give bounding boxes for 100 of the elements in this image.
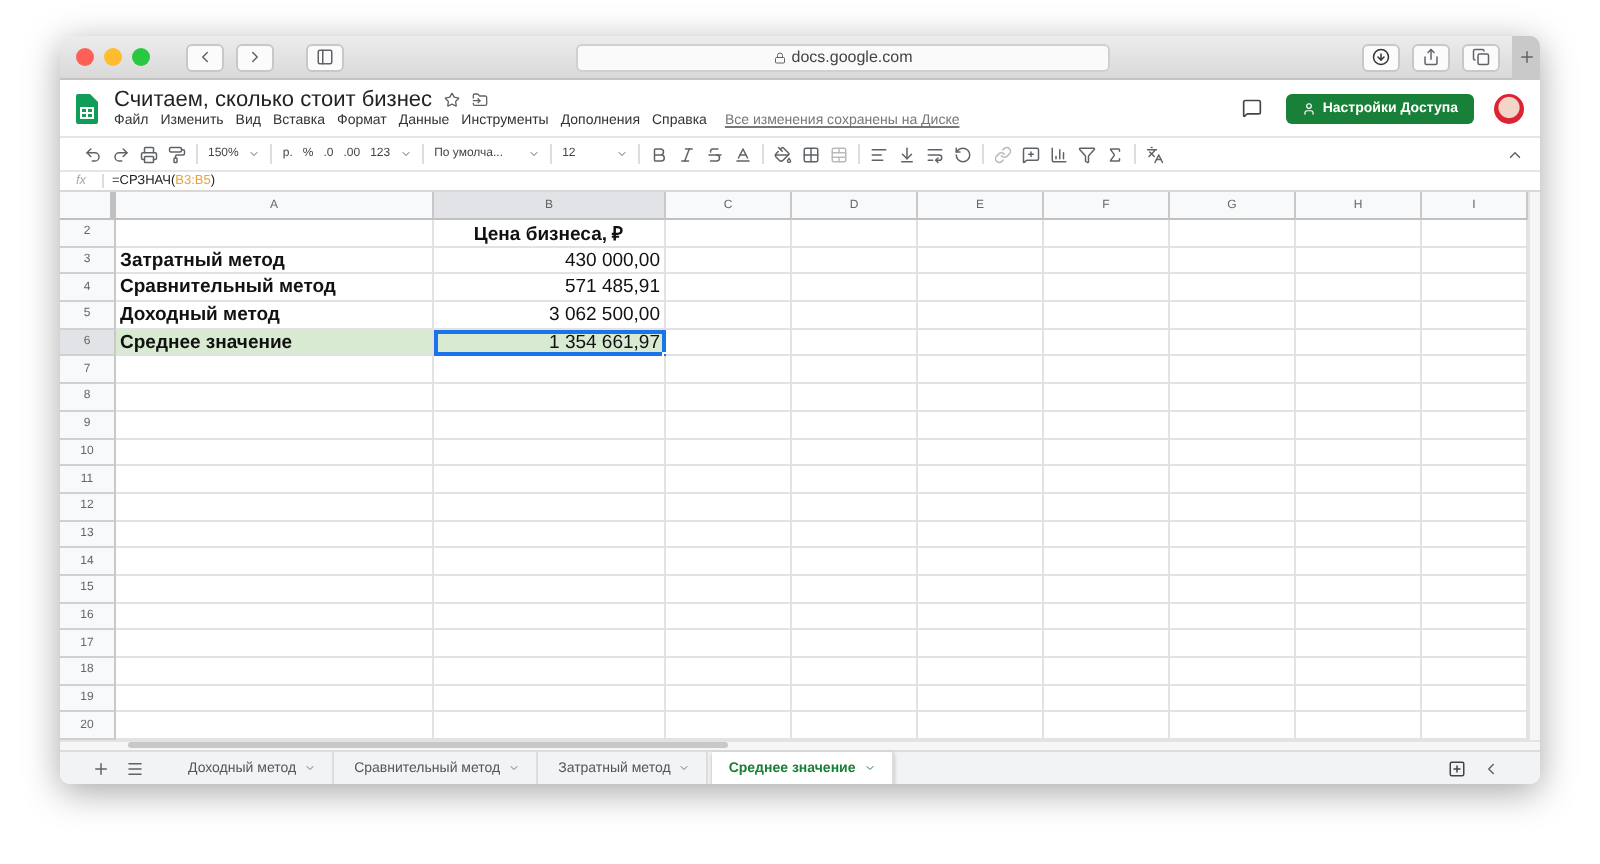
bold-icon[interactable]: [650, 145, 669, 163]
table-cell: [666, 493, 792, 522]
rotate-text-icon[interactable]: [954, 145, 973, 163]
text-color-icon[interactable]: [734, 145, 753, 163]
document-title[interactable]: Считаем, сколько стоит бизнес: [114, 88, 433, 112]
strikethrough-icon[interactable]: [706, 145, 725, 163]
functions-icon[interactable]: [1106, 145, 1125, 163]
table-cell: [1044, 247, 1170, 275]
add-sheet-icon[interactable]: [92, 759, 110, 777]
input-tools-icon[interactable]: [1146, 145, 1165, 163]
table-cell: [918, 247, 1044, 275]
table-cell: [1170, 466, 1296, 494]
table-cell: [1170, 548, 1296, 576]
folder-icon[interactable]: [472, 92, 489, 108]
table-cell: [1296, 384, 1422, 412]
collapse-icon[interactable]: [1482, 759, 1500, 777]
table-cell: [666, 630, 792, 658]
table-cell: [1170, 220, 1296, 248]
table-cell: [918, 329, 1044, 357]
star-icon[interactable]: [444, 92, 461, 108]
align-icon[interactable]: [870, 145, 889, 163]
share-button[interactable]: [1412, 43, 1450, 71]
table-cell: [666, 274, 792, 303]
italic-icon[interactable]: [678, 145, 697, 163]
table-cell: [1170, 712, 1296, 740]
table-cell: [1044, 575, 1170, 604]
sidebar-button[interactable]: [306, 43, 344, 71]
table-cell: [1422, 466, 1528, 494]
comments-icon[interactable]: [1242, 98, 1263, 118]
table-cell: 3 062 500,00: [434, 302, 666, 330]
avatar[interactable]: [1494, 93, 1524, 123]
table-cell: [792, 466, 918, 494]
address-bar[interactable]: docs.google.com: [576, 43, 1110, 71]
table-cell: [1296, 575, 1422, 604]
table-cell: [792, 603, 918, 631]
table-cell: [1422, 493, 1528, 522]
table-cell: 1 354 661,97: [434, 329, 666, 357]
table-cell: [1296, 630, 1422, 658]
table-cell: [666, 658, 792, 686]
borders-icon[interactable]: [802, 145, 821, 163]
sidebar-icon[interactable]: [316, 48, 334, 66]
table-cell: [792, 384, 918, 412]
table-cell: [1044, 274, 1170, 303]
downloads-button[interactable]: [1362, 43, 1400, 71]
table-cell: [1296, 329, 1422, 357]
table-cell: [918, 658, 1044, 686]
table-cell: [1170, 274, 1296, 303]
forward-icon[interactable]: [246, 48, 264, 66]
back-icon[interactable]: [196, 48, 214, 66]
table-cell: [1422, 384, 1528, 412]
table-cell: [1422, 712, 1528, 740]
table-cell: [1170, 575, 1296, 604]
filter-icon[interactable]: [1078, 145, 1097, 163]
table-cell: [1170, 247, 1296, 275]
paint-format-icon[interactable]: [168, 145, 186, 163]
table-cell: [1044, 411, 1170, 439]
vertical-align-icon[interactable]: [898, 145, 917, 163]
comment-icon[interactable]: [1022, 145, 1041, 163]
wrap-icon[interactable]: [926, 145, 945, 163]
tabs-icon[interactable]: [1472, 48, 1490, 66]
fill-color-icon[interactable]: [774, 145, 793, 163]
table-cell: [666, 411, 792, 439]
tabs-button[interactable]: [1462, 43, 1500, 71]
table-cell: [1422, 356, 1528, 385]
undo-icon[interactable]: [84, 145, 102, 163]
table-cell: [792, 247, 918, 275]
table-cell: [1296, 439, 1422, 467]
vertical-scrollbar[interactable]: [1528, 192, 1540, 740]
table-cell: [792, 329, 918, 357]
table-cell: [1422, 630, 1528, 658]
table-cell: [792, 575, 918, 604]
table-cell: Затратный метод: [116, 247, 434, 275]
table-cell: [1044, 439, 1170, 467]
table-cell: [792, 548, 918, 576]
table-cell: [1422, 411, 1528, 439]
table-cell: [666, 548, 792, 576]
table-cell: [666, 329, 792, 357]
table-cell: [1422, 220, 1528, 248]
table-cell: [1044, 658, 1170, 686]
table-cell: [1044, 493, 1170, 522]
explore-icon[interactable]: [1448, 759, 1466, 777]
table-cell: [918, 630, 1044, 658]
table-cell: [666, 439, 792, 467]
redo-icon[interactable]: [112, 145, 130, 163]
table-cell: [918, 548, 1044, 576]
new-tab-icon[interactable]: [1517, 48, 1535, 66]
table-cell: [918, 356, 1044, 385]
table-cell: [1296, 548, 1422, 576]
table-cell: [1296, 493, 1422, 522]
table-cell: [1422, 329, 1528, 357]
download-icon[interactable]: [1372, 48, 1390, 66]
table-cell: [1296, 302, 1422, 330]
share-icon[interactable]: [1422, 48, 1440, 66]
table-cell: [918, 220, 1044, 248]
person-icon[interactable]: [1302, 101, 1317, 115]
chart-icon[interactable]: [1050, 145, 1069, 163]
all-sheets-icon[interactable]: [126, 759, 144, 777]
table-cell: [792, 658, 918, 686]
table-cell: [1422, 247, 1528, 275]
print-icon[interactable]: [140, 145, 158, 163]
